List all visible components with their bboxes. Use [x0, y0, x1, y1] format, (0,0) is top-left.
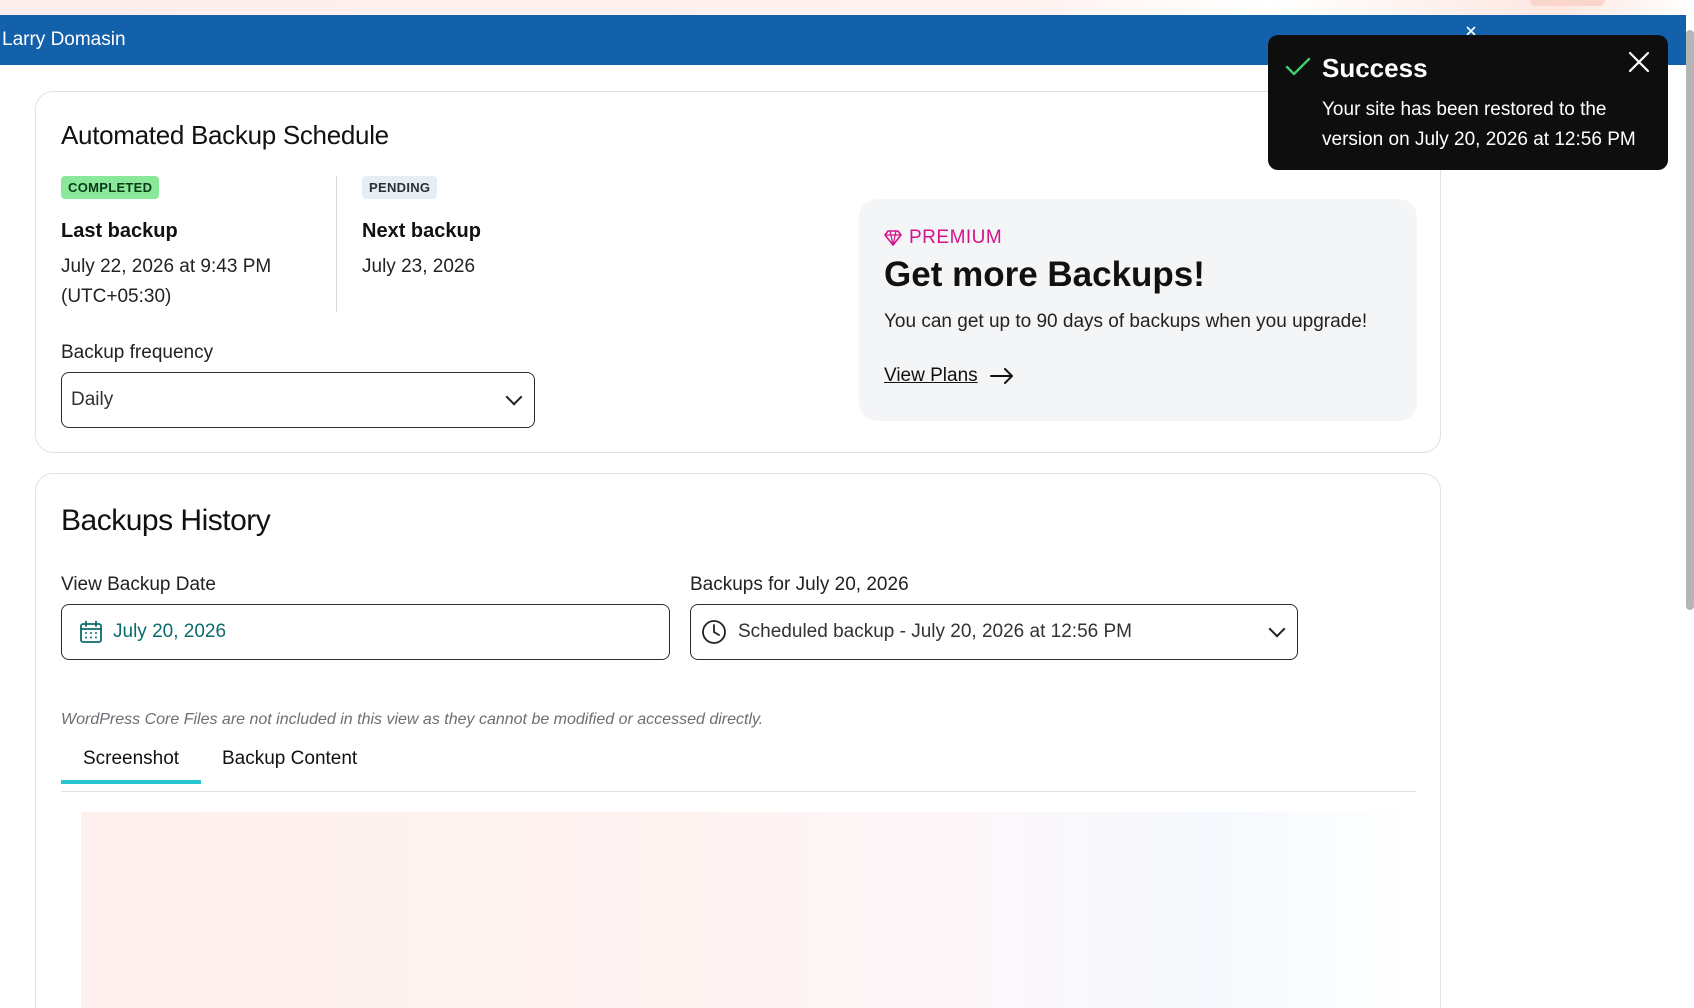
completed-badge: COMPLETED: [61, 176, 160, 199]
check-icon: [1285, 57, 1311, 76]
core-files-note: WordPress Core Files are not included in…: [61, 711, 764, 728]
user-name: Larry Domasin: [2, 29, 126, 50]
next-backup-value: July 23, 2026: [362, 256, 476, 277]
backup-frequency-select[interactable]: Daily: [61, 372, 535, 428]
top-strip-pill: [1530, 0, 1605, 6]
premium-tag-label: PREMIUM: [909, 227, 1003, 248]
view-plans-label: View Plans: [884, 365, 978, 386]
backup-version-select[interactable]: Scheduled backup - July 20, 2026 at 12:5…: [690, 604, 1298, 660]
next-backup-label: Next backup: [362, 220, 481, 242]
pending-badge: PENDING: [362, 176, 438, 199]
clock-icon: [702, 620, 726, 644]
calendar-icon: [80, 620, 102, 643]
screenshot-preview: [81, 812, 1416, 1008]
backup-frequency-label: Backup frequency: [61, 342, 214, 363]
last-backup-value: July 22, 2026 at 9:43 PM (UTC+05:30): [61, 256, 272, 307]
backup-date-value: July 20, 2026: [113, 621, 227, 642]
success-toast: Success Your site has been restored to t…: [1268, 35, 1668, 170]
premium-upsell-box: PREMIUM Get more Backups! You can get up…: [859, 199, 1417, 421]
backup-schedule-card: Automated Backup Schedule COMPLETED PEND…: [35, 91, 1441, 453]
backups-history-card: Backups History View Backup Date July 20…: [35, 473, 1441, 1008]
backups-for-label: Backups for July 20, 2026: [690, 574, 909, 595]
premium-title: Get more Backups!: [884, 255, 1205, 294]
backup-date-picker[interactable]: July 20, 2026: [61, 604, 670, 660]
backup-selected-value: Scheduled backup - July 20, 2026 at 12:5…: [738, 621, 1132, 642]
view-backup-date-label: View Backup Date: [61, 574, 216, 595]
close-icon[interactable]: [1626, 49, 1652, 75]
diamond-icon: [884, 230, 902, 246]
schedule-divider: [336, 176, 337, 312]
last-backup-label: Last backup: [61, 220, 178, 242]
view-plans-link[interactable]: View Plans: [884, 365, 1014, 387]
tab-backup-content[interactable]: Backup Content: [222, 748, 357, 780]
browser-top-strip: [0, 0, 1694, 15]
toast-title: Success: [1322, 53, 1428, 83]
scrollbar-thumb[interactable]: [1686, 30, 1694, 610]
history-tabs: Screenshot Backup Content: [61, 736, 1416, 792]
history-title: Backups History: [61, 504, 271, 537]
toast-message: Your site has been restored to the versi…: [1322, 99, 1636, 150]
premium-tag: PREMIUM: [884, 227, 1002, 249]
frequency-selected-value: Daily: [71, 389, 114, 410]
arrow-right-icon: [989, 368, 1013, 384]
tab-screenshot[interactable]: Screenshot: [61, 748, 201, 784]
schedule-title: Automated Backup Schedule: [61, 120, 389, 150]
chevron-down-icon: [505, 388, 523, 406]
chevron-down-icon: [1268, 620, 1286, 638]
premium-description: You can get up to 90 days of backups whe…: [884, 311, 1368, 332]
